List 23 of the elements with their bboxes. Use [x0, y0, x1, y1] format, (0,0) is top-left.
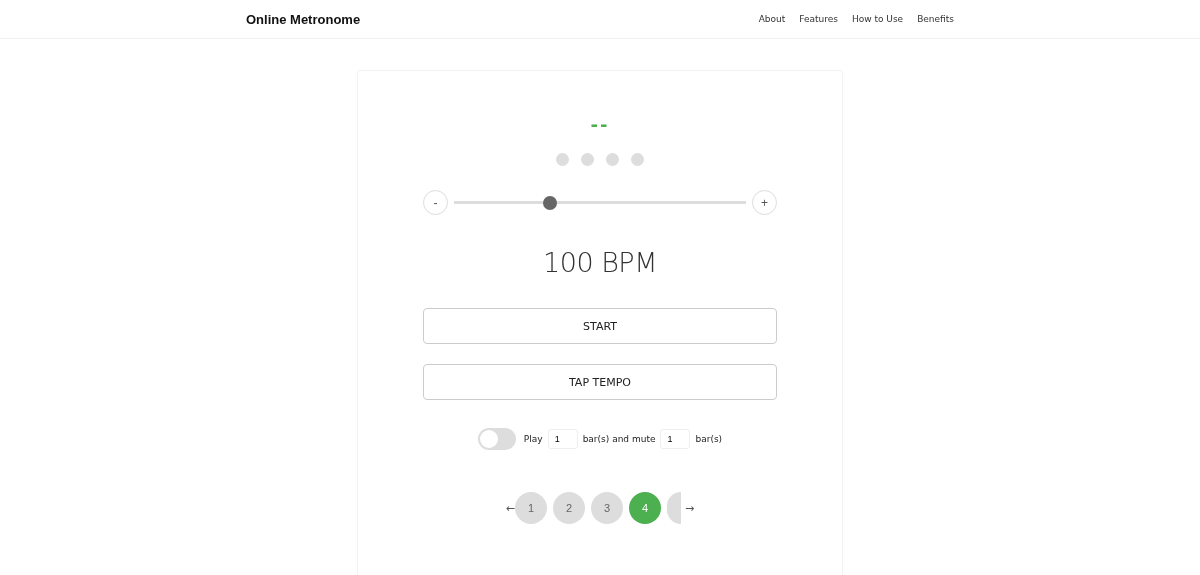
slider-thumb[interactable]	[543, 195, 558, 210]
beat-option[interactable]: 3	[591, 492, 623, 524]
action-button[interactable]: START	[423, 308, 777, 344]
decrease-button[interactable]: -	[423, 190, 448, 215]
mute-label: bar(s) and mute	[582, 434, 656, 444]
mute-toggle[interactable]	[477, 428, 516, 450]
bars-label: bar(s)	[695, 434, 723, 444]
nav-link[interactable]: About	[758, 14, 786, 24]
mute-bars-field[interactable]: 1	[660, 429, 691, 449]
site-title: Online Metronome	[246, 11, 361, 27]
next-arrow[interactable]: →	[685, 501, 695, 515]
play-label: Play	[523, 434, 543, 444]
beat-display: --	[590, 115, 610, 135]
previous-arrow[interactable]: ←	[505, 501, 515, 515]
beat-option[interactable]: 2	[553, 492, 585, 524]
increase-button[interactable]: +	[752, 190, 777, 215]
nav-link[interactable]: Benefits	[917, 14, 954, 24]
nav-link[interactable]: Features	[799, 14, 838, 24]
nav-link[interactable]: How to Use	[851, 14, 904, 24]
play-bars-field[interactable]: 1	[547, 429, 578, 449]
beat-option[interactable]: 1	[515, 492, 547, 524]
action-button[interactable]: TAP TEMPO	[423, 364, 777, 400]
tempo-reading: 100 BPM	[543, 247, 657, 278]
